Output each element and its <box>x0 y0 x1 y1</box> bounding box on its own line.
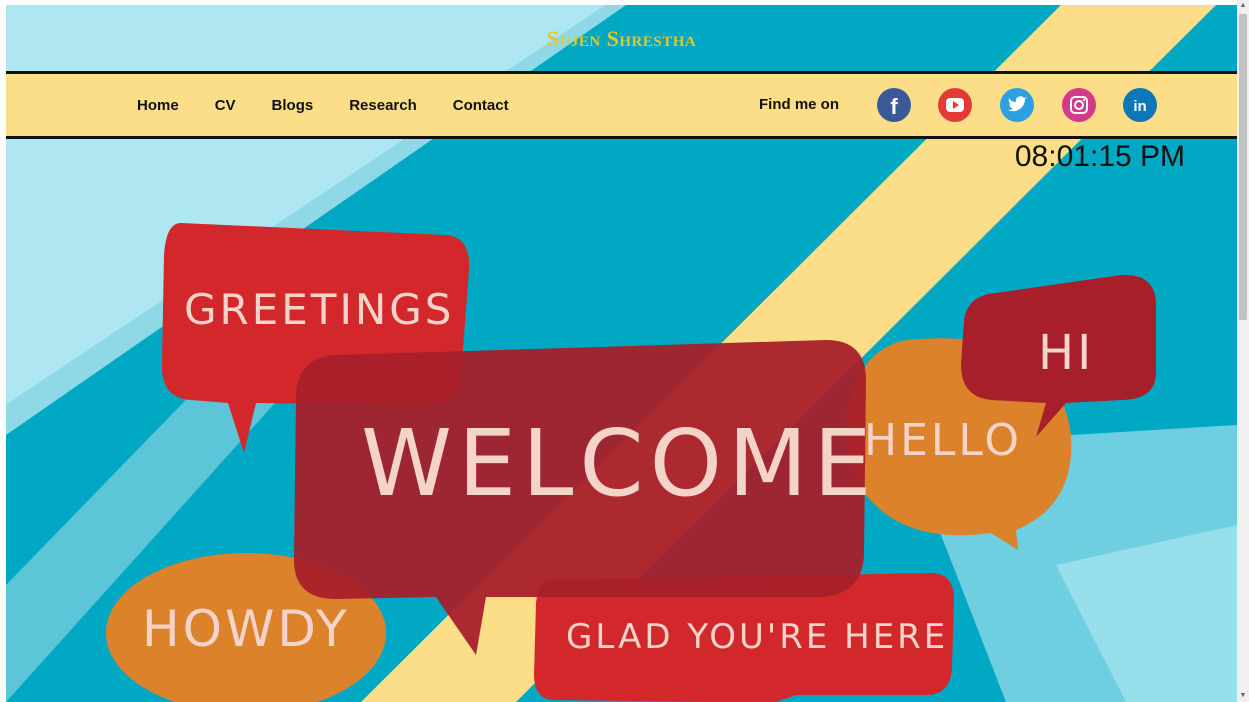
howdy-text: HOWDY <box>142 600 350 658</box>
vertical-scrollbar[interactable]: ▲ ▼ <box>1237 0 1249 702</box>
scroll-thumb[interactable] <box>1239 14 1247 320</box>
glad-text: GLAD YOU'RE HERE <box>566 617 949 657</box>
svg-text:f: f <box>890 94 898 119</box>
nav-links: Home CV Blogs Research Contact <box>137 74 545 136</box>
nav-home-link[interactable]: Home <box>137 97 179 114</box>
instagram-icon[interactable] <box>1062 88 1096 122</box>
nav-cv-link[interactable]: CV <box>215 97 236 114</box>
page-viewport: Sujen Shrestha Home CV Blogs Research Co… <box>6 5 1237 702</box>
youtube-icon[interactable] <box>938 88 972 122</box>
greetings-text: GREETINGS <box>184 285 455 334</box>
scroll-up-arrow-icon[interactable]: ▲ <box>1237 0 1249 12</box>
site-title[interactable]: Sujen Shrestha <box>6 5 1237 73</box>
navbar: Home CV Blogs Research Contact Find me o… <box>6 71 1237 139</box>
hello-text: HELLO <box>864 415 1022 466</box>
hi-text: HI <box>1038 325 1095 381</box>
facebook-icon[interactable]: f <box>877 88 911 122</box>
linkedin-icon[interactable]: in <box>1123 88 1157 122</box>
clock-time: 08:01:15 PM <box>1014 140 1185 173</box>
twitter-icon[interactable] <box>1000 88 1034 122</box>
find-me-label: Find me on <box>759 96 839 113</box>
nav-blogs-link[interactable]: Blogs <box>272 97 314 114</box>
welcome-text: WELCOME <box>361 410 878 517</box>
nav-research-link[interactable]: Research <box>349 97 417 114</box>
svg-text:in: in <box>1133 98 1146 115</box>
nav-contact-link[interactable]: Contact <box>453 97 509 114</box>
scroll-down-arrow-icon[interactable]: ▼ <box>1237 690 1249 702</box>
